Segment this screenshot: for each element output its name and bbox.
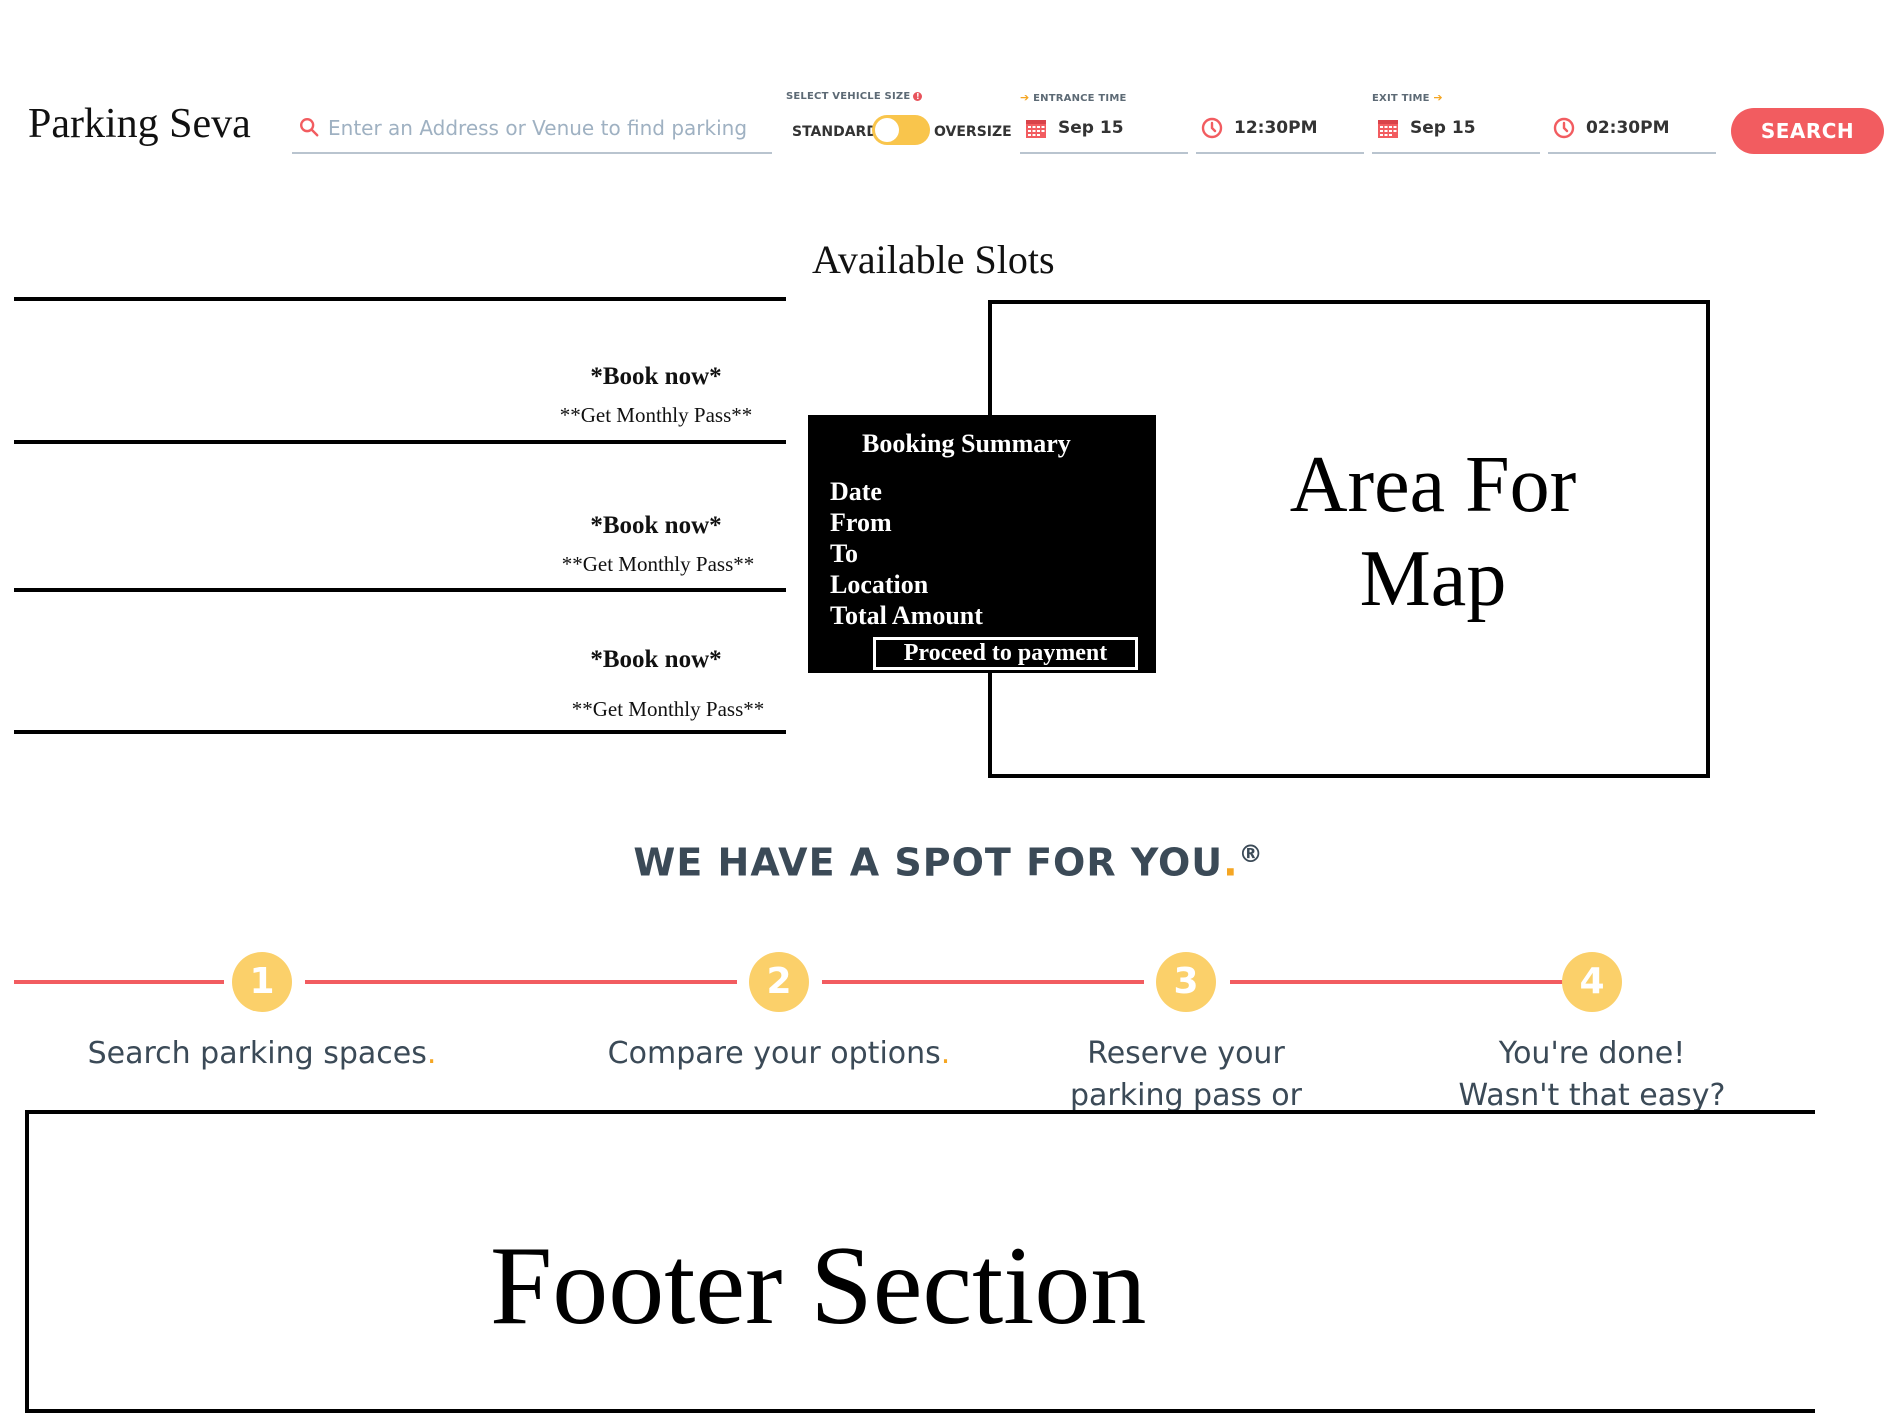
entrance-time-field[interactable]: 12:30PM bbox=[1196, 110, 1364, 154]
step-1-dot: . bbox=[426, 1036, 437, 1071]
progress-line bbox=[1230, 980, 1570, 984]
vehicle-size-label-text: SELECT VEHICLE SIZE bbox=[786, 91, 911, 102]
toggle-knob bbox=[875, 118, 899, 142]
available-slots-title: Available Slots bbox=[812, 237, 1055, 282]
book-now-link[interactable]: *Book now* bbox=[556, 512, 756, 540]
exit-time-field[interactable]: 02:30PM bbox=[1548, 110, 1716, 154]
book-now-link[interactable]: *Book now* bbox=[556, 363, 756, 391]
footer-text: Footer Section bbox=[490, 1224, 1147, 1348]
step-2-text: Compare your options. bbox=[579, 1033, 979, 1075]
site-logo[interactable]: Parking Seva bbox=[28, 100, 251, 148]
slot-divider bbox=[14, 440, 786, 444]
footer: Footer Section bbox=[25, 1110, 1815, 1413]
spot-heading: WE HAVE A SPOT FOR YOU.® bbox=[0, 840, 1897, 885]
info-icon[interactable]: ! bbox=[913, 91, 923, 101]
entrance-date-value: Sep 15 bbox=[1058, 118, 1124, 138]
entrance-date-field[interactable]: Sep 15 bbox=[1020, 110, 1188, 154]
slot-divider bbox=[14, 588, 786, 592]
clock-icon bbox=[1553, 117, 1575, 139]
spot-heading-text: WE HAVE A SPOT FOR YOU bbox=[633, 840, 1224, 885]
registered-mark: ® bbox=[1238, 840, 1264, 868]
vehicle-size-label: SELECT VEHICLE SIZE! bbox=[786, 91, 923, 102]
booking-summary-title: Booking Summary bbox=[862, 429, 1071, 458]
summary-from-label: From bbox=[830, 508, 892, 537]
summary-date-label: Date bbox=[830, 477, 882, 506]
calendar-icon bbox=[1378, 120, 1398, 138]
calendar-icon bbox=[1026, 120, 1046, 138]
step-number-4: 4 bbox=[1562, 952, 1622, 1012]
map-text-line2: Map bbox=[1359, 535, 1507, 623]
map-placeholder-text: Area For Map bbox=[1183, 438, 1683, 626]
step-1-text: Search parking spaces. bbox=[62, 1033, 462, 1075]
booking-summary-panel: Booking Summary Date From To Location To… bbox=[808, 415, 1156, 673]
heading-dot: . bbox=[1223, 840, 1239, 885]
entrance-time-value: 12:30PM bbox=[1234, 118, 1318, 138]
step-number-3: 3 bbox=[1156, 952, 1216, 1012]
step-number-1: 1 bbox=[232, 952, 292, 1012]
step-4-line1: You're done! bbox=[1498, 1036, 1686, 1071]
step-2-dot: . bbox=[940, 1036, 951, 1071]
exit-date-value: Sep 15 bbox=[1410, 118, 1476, 138]
entrance-time-label-text: ENTRANCE TIME bbox=[1033, 93, 1127, 104]
step-1-label: Search parking spaces bbox=[87, 1036, 427, 1071]
clock-icon bbox=[1201, 117, 1223, 139]
search-bar bbox=[292, 106, 772, 154]
exit-time-label: EXIT TIME ➔ bbox=[1372, 91, 1443, 104]
entrance-time-label: ➔ ENTRANCE TIME bbox=[1020, 91, 1127, 104]
search-icon bbox=[300, 118, 319, 137]
exit-date-field[interactable]: Sep 15 bbox=[1372, 110, 1540, 154]
slot-divider bbox=[14, 297, 786, 301]
slot-divider bbox=[14, 730, 786, 734]
proceed-to-payment-button[interactable]: Proceed to payment bbox=[873, 637, 1138, 670]
vehicle-standard-label[interactable]: STANDARD bbox=[792, 124, 878, 140]
search-input[interactable] bbox=[326, 110, 770, 146]
step-2-label: Compare your options bbox=[607, 1036, 941, 1071]
monthly-pass-link[interactable]: **Get Monthly Pass** bbox=[552, 697, 784, 722]
progress-line bbox=[305, 980, 737, 984]
progress-line bbox=[14, 980, 224, 984]
monthly-pass-link[interactable]: **Get Monthly Pass** bbox=[542, 552, 774, 577]
arrow-right-icon: ➔ bbox=[1020, 91, 1030, 104]
book-now-link[interactable]: *Book now* bbox=[556, 646, 756, 674]
summary-total-label: Total Amount bbox=[830, 601, 983, 630]
step-4-text: You're done! Wasn't that easy? bbox=[1442, 1033, 1742, 1117]
exit-time-value: 02:30PM bbox=[1586, 118, 1670, 138]
vehicle-size-toggle[interactable] bbox=[872, 115, 930, 145]
summary-to-label: To bbox=[830, 539, 858, 568]
arrow-right-icon: ➔ bbox=[1433, 91, 1443, 104]
search-button[interactable]: SEARCH bbox=[1731, 108, 1884, 154]
vehicle-oversize-label[interactable]: OVERSIZE bbox=[934, 124, 1012, 140]
monthly-pass-link[interactable]: **Get Monthly Pass** bbox=[540, 403, 772, 428]
progress-line bbox=[822, 980, 1144, 984]
summary-location-label: Location bbox=[830, 570, 929, 599]
map-text-line1: Area For bbox=[1289, 441, 1577, 529]
step-number-2: 2 bbox=[749, 952, 809, 1012]
exit-time-label-text: EXIT TIME bbox=[1372, 93, 1430, 104]
